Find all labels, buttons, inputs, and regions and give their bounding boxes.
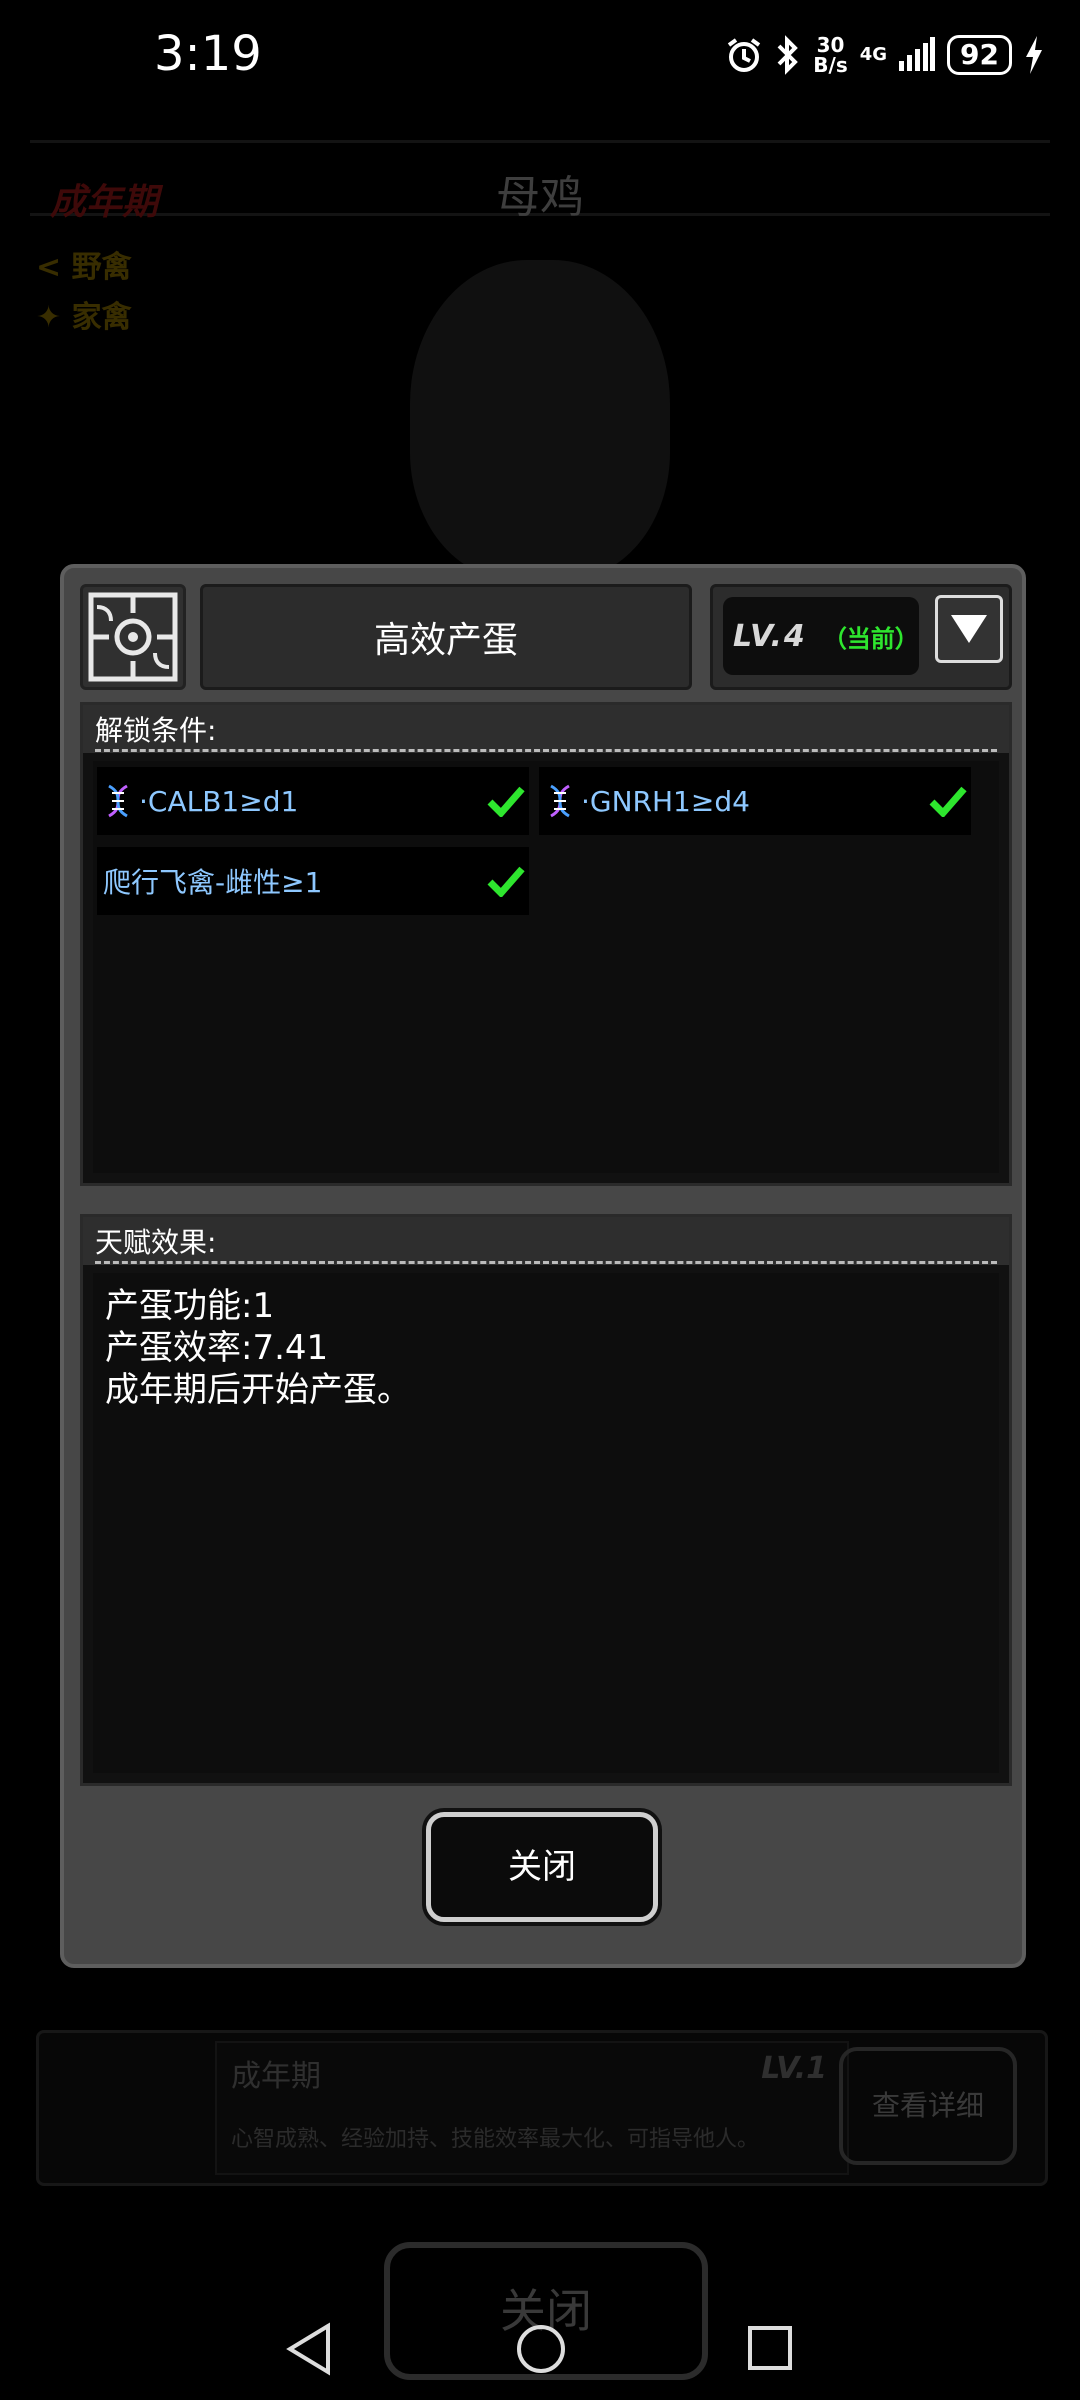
charging-icon bbox=[1024, 36, 1044, 74]
bluetooth-icon bbox=[775, 35, 801, 75]
back-icon[interactable] bbox=[284, 2322, 334, 2380]
paw-icon: ✦ bbox=[36, 300, 62, 335]
level-dropdown-button[interactable] bbox=[935, 595, 1003, 663]
talent-effect-panel: 天赋效果: 产蛋功能:1 产蛋效率:7.41 成年期后开始产蛋。 bbox=[80, 1214, 1012, 1786]
talent-name: 高效产蛋 bbox=[200, 584, 692, 690]
current-level-label: （当前） bbox=[822, 624, 919, 653]
level-display: LV.4 （当前） bbox=[723, 597, 919, 675]
signal-icon bbox=[899, 37, 936, 73]
share-icon: < bbox=[36, 250, 62, 285]
alarm-icon bbox=[725, 36, 763, 74]
dna-icon bbox=[545, 784, 575, 818]
check-icon bbox=[487, 865, 525, 901]
divider bbox=[95, 749, 997, 752]
background-stage-card: 成年期 LV.1 心智成熟、经验加持、技能效率最大化、可指导他人。 查看详细 bbox=[36, 2030, 1048, 2186]
dna-icon bbox=[103, 784, 133, 818]
talent-effect-label: 天赋效果: bbox=[95, 1226, 217, 1259]
unlock-conditions-label: 解锁条件: bbox=[95, 714, 217, 747]
stage-card-info: 成年期 LV.1 心智成熟、经验加持、技能效率最大化、可指导他人。 bbox=[215, 2041, 849, 2175]
tag-poultry: ✦ 家禽 bbox=[36, 300, 132, 335]
talent-detail-dialog: 高效产蛋 LV.4 （当前） 解锁条件: ·CALB1≥d1 ·GNRH1≥d4… bbox=[60, 564, 1026, 1968]
condition-item: 爬行飞禽-雌性≥1 bbox=[97, 847, 529, 915]
status-icons: 30 B/s 4G 92 bbox=[725, 30, 1044, 80]
tag-wild-fowl: < 野禽 bbox=[36, 250, 132, 285]
background-header: 成年期 母鸡 bbox=[30, 140, 1050, 223]
talent-emblem-icon bbox=[80, 584, 186, 690]
recents-icon[interactable] bbox=[746, 2322, 796, 2380]
network-type: 4G bbox=[859, 44, 888, 65]
status-time: 3:19 bbox=[154, 26, 262, 82]
divider bbox=[95, 1261, 997, 1264]
level-selector[interactable]: LV.4 （当前） bbox=[710, 584, 1012, 690]
level-value: LV.4 bbox=[733, 618, 807, 654]
net-speed: 30 B/s bbox=[813, 33, 848, 77]
check-icon bbox=[929, 785, 967, 821]
condition-item: ·GNRH1≥d4 bbox=[539, 767, 971, 835]
view-details-button: 查看详细 bbox=[839, 2047, 1017, 2165]
navigation-bar bbox=[0, 2300, 1080, 2400]
conditions-list: ·CALB1≥d1 ·GNRH1≥d4 爬行飞禽-雌性≥1 bbox=[93, 761, 999, 1173]
condition-item: ·CALB1≥d1 bbox=[97, 767, 529, 835]
close-button[interactable]: 关闭 bbox=[426, 1812, 658, 1922]
effect-text: 产蛋功能:1 产蛋效率:7.41 成年期后开始产蛋。 bbox=[105, 1286, 411, 1410]
triangle-down-icon bbox=[951, 615, 987, 643]
check-icon bbox=[487, 785, 525, 821]
background-title: 母鸡 bbox=[496, 172, 584, 223]
effect-body: 产蛋功能:1 产蛋效率:7.41 成年期后开始产蛋。 bbox=[93, 1273, 999, 1773]
status-bar: 3:19 30 B/s 4G 92 bbox=[0, 0, 1080, 110]
battery-icon: 92 bbox=[947, 35, 1012, 75]
hen-image bbox=[410, 260, 670, 580]
home-icon[interactable] bbox=[514, 2322, 568, 2380]
unlock-conditions-panel: 解锁条件: ·CALB1≥d1 ·GNRH1≥d4 爬行飞禽-雌性≥1 bbox=[80, 702, 1012, 1186]
